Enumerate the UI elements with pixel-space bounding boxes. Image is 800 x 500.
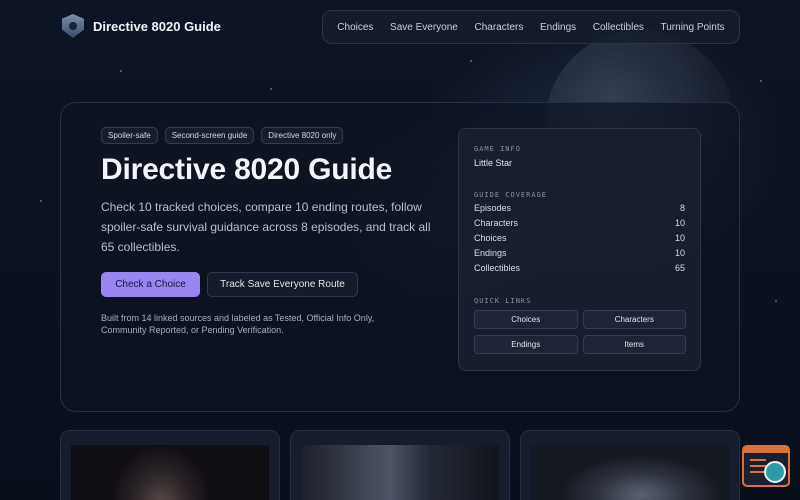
quick-link-endings[interactable]: Endings — [474, 335, 578, 354]
coverage-row-value: 10 — [674, 248, 685, 258]
nav-save-everyone[interactable]: Save Everyone — [390, 22, 458, 33]
coverage-row-value: 10 — [674, 218, 685, 228]
list-icon — [750, 459, 766, 461]
hero-description: Check 10 tracked choices, compare 10 end… — [101, 200, 431, 254]
nav-turning-points[interactable]: Turning Points — [661, 22, 725, 33]
coverage-row: Endings 10 — [474, 248, 685, 258]
coverage-row-label: Choices — [474, 233, 507, 243]
track-save-everyone-button[interactable]: Track Save Everyone Route — [207, 272, 358, 297]
quick-links: Choices Characters Endings Items — [474, 310, 686, 354]
main-nav: Choices Save Everyone Characters Endings… — [322, 10, 740, 44]
nav-endings[interactable]: Endings — [540, 22, 576, 33]
feature-card[interactable] — [60, 430, 280, 500]
hero-tags: Spoiler-safe Second-screen guide Directi… — [101, 127, 344, 144]
quick-links-label: QUICK LINKS — [474, 297, 532, 305]
check-choice-button[interactable]: Check a Choice — [101, 272, 200, 297]
coverage-row-label: Collectibles — [474, 263, 521, 273]
nav-choices[interactable]: Choices — [337, 22, 373, 33]
sources-note: Built from 14 linked sources and labeled… — [101, 313, 375, 335]
quick-link-choices[interactable]: Choices — [474, 310, 578, 329]
coverage-label: GUIDE COVERAGE — [474, 191, 548, 199]
search-list-widget[interactable] — [742, 445, 790, 487]
coverage-row-value: 10 — [674, 233, 685, 243]
coverage-row-value: 8 — [679, 203, 685, 213]
widget-titlebar — [744, 447, 788, 453]
coverage-row: Episodes 8 — [474, 203, 685, 213]
coverage-row-label: Characters — [474, 218, 519, 228]
nav-characters[interactable]: Characters — [474, 22, 523, 33]
search-icon — [764, 461, 786, 483]
brand[interactable]: Directive 8020 Guide — [62, 14, 221, 38]
game-info-label: GAME INFO — [474, 145, 521, 153]
quick-link-characters[interactable]: Characters — [582, 310, 686, 329]
nav-collectibles[interactable]: Collectibles — [593, 22, 644, 33]
feature-card[interactable] — [520, 430, 740, 500]
shield-emblem-icon — [62, 14, 84, 38]
quick-link-items[interactable]: Items — [582, 335, 686, 354]
tag-directive-only: Directive 8020 only — [261, 127, 344, 144]
coverage-row-label: Endings — [474, 248, 507, 258]
coverage-row: Choices 10 — [474, 233, 685, 243]
feature-card[interactable] — [290, 430, 510, 500]
coverage-row: Collectibles 65 — [474, 263, 685, 273]
game-info-value: Little Star — [474, 158, 513, 168]
coverage-row-value: 65 — [674, 263, 685, 273]
card-image — [301, 445, 499, 500]
tag-second-screen: Second-screen guide — [164, 127, 255, 144]
card-image — [531, 445, 729, 500]
coverage-row-label: Episodes — [474, 203, 512, 213]
card-image — [71, 445, 269, 500]
info-panel: GAME INFO Little Star GUIDE COVERAGE Epi… — [458, 128, 701, 371]
site-header: Directive 8020 Guide Choices Save Everyo… — [0, 0, 800, 52]
site-title: Directive 8020 Guide — [93, 18, 221, 34]
hero-card: Spoiler-safe Second-screen guide Directi… — [60, 102, 740, 412]
tag-spoiler-safe: Spoiler-safe — [101, 127, 158, 144]
hero-title: Directive 8020 Guide — [101, 153, 393, 186]
coverage-row: Characters 10 — [474, 218, 685, 228]
